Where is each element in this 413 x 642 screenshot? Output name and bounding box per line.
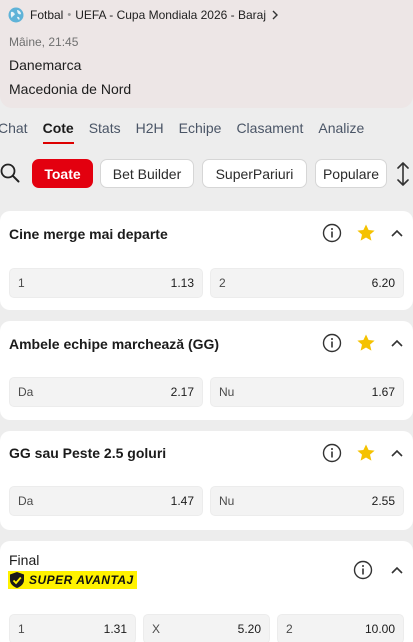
odd-value: 1.31 xyxy=(103,622,127,636)
market-card: Final SUPER AVANTAJ 1 1.31 X 5.20 2 10.00 xyxy=(0,541,413,642)
market-actions xyxy=(322,333,407,353)
market-filters: Toate Bet Builder SuperPariuri Populare xyxy=(0,158,413,190)
odd-label: 1 xyxy=(18,622,25,636)
market-actions xyxy=(322,223,407,243)
odd-label: 2 xyxy=(286,622,293,636)
breadcrumb-competition[interactable]: UEFA - Cupa Mondiala 2026 - Baraj xyxy=(75,8,266,22)
star-icon[interactable] xyxy=(356,443,376,463)
tab-cote[interactable]: Cote xyxy=(42,118,74,144)
market-title: GG sau Peste 2.5 goluri xyxy=(9,445,167,461)
market-actions xyxy=(353,560,407,580)
chevron-up-icon[interactable] xyxy=(387,333,407,353)
match-time: Mâine, 21:45 xyxy=(9,35,79,49)
odd-button[interactable]: Nu 2.55 xyxy=(210,486,404,516)
odd-value: 2.55 xyxy=(371,494,395,508)
odd-value: 10.00 xyxy=(364,622,395,636)
globe-icon xyxy=(8,7,24,23)
star-icon[interactable] xyxy=(356,333,376,353)
market-card: Ambele echipe marchează (GG) Da 2.17 Nu 1.… xyxy=(0,321,413,420)
odd-button[interactable]: Da 1.47 xyxy=(9,486,203,516)
chevron-up-icon[interactable] xyxy=(387,223,407,243)
super-avantaj-badge: SUPER AVANTAJ xyxy=(8,571,137,589)
odds-row: Da 1.47 Nu 2.55 xyxy=(9,486,404,516)
odds-row: 1 1.31 X 5.20 2 10.00 xyxy=(9,614,404,642)
breadcrumb[interactable]: Fotbal • UEFA - Cupa Mondiala 2026 - Bar… xyxy=(8,6,279,24)
odds-row: Da 2.17 Nu 1.67 xyxy=(9,377,404,407)
odd-value: 2.17 xyxy=(170,385,194,399)
info-icon[interactable] xyxy=(322,223,342,243)
info-icon[interactable] xyxy=(322,443,342,463)
odd-value: 1.13 xyxy=(170,276,194,290)
home-team: Danemarca xyxy=(9,57,82,73)
breadcrumb-sport[interactable]: Fotbal xyxy=(30,8,63,22)
odd-label: 2 xyxy=(219,276,226,290)
market-actions xyxy=(322,443,407,463)
odd-label: X xyxy=(152,622,161,636)
chevron-up-icon[interactable] xyxy=(387,443,407,463)
match-header: Fotbal • UEFA - Cupa Mondiala 2026 - Bar… xyxy=(0,0,413,108)
odd-value: 1.47 xyxy=(170,494,194,508)
away-team: Macedonia de Nord xyxy=(9,81,132,97)
filter-superpariuri[interactable]: SuperPariuri xyxy=(202,159,307,188)
search-icon[interactable] xyxy=(0,163,20,183)
tab-chat[interactable]: Chat xyxy=(0,118,28,144)
market-card: Cine merge mai departe 1 1.13 2 6.20 xyxy=(0,211,413,310)
odd-label: Da xyxy=(18,385,34,399)
filter-bet-builder[interactable]: Bet Builder xyxy=(100,159,194,188)
match-tabs: Chat Cote Stats H2H Echipe Clasament Ana… xyxy=(0,118,413,144)
odd-label: 1 xyxy=(18,276,25,290)
market-title: Final xyxy=(9,552,40,568)
odd-button[interactable]: 2 6.20 xyxy=(210,268,404,298)
filter-toate[interactable]: Toate xyxy=(32,159,93,188)
odd-button[interactable]: 2 10.00 xyxy=(277,614,404,642)
chevron-up-icon[interactable] xyxy=(387,560,407,580)
info-icon[interactable] xyxy=(322,333,342,353)
odd-value: 1.67 xyxy=(371,385,395,399)
odd-button[interactable]: X 5.20 xyxy=(143,614,270,642)
chevron-right-icon xyxy=(272,10,278,20)
breadcrumb-separator: • xyxy=(67,9,72,21)
info-icon[interactable] xyxy=(353,560,373,580)
odd-label: Da xyxy=(18,494,34,508)
tab-analize[interactable]: Analize xyxy=(318,118,364,144)
shield-check-icon xyxy=(10,572,24,588)
odd-button[interactable]: 1 1.13 xyxy=(9,268,203,298)
tab-stats[interactable]: Stats xyxy=(89,118,121,144)
odd-value: 5.20 xyxy=(237,622,261,636)
odd-button[interactable]: 1 1.31 xyxy=(9,614,136,642)
odd-button[interactable]: Da 2.17 xyxy=(9,377,203,407)
star-icon[interactable] xyxy=(356,223,376,243)
odd-value: 6.20 xyxy=(371,276,395,290)
badge-label: SUPER AVANTAJ xyxy=(29,573,134,587)
market-title: Ambele echipe marchează (GG) xyxy=(9,336,220,352)
tab-clasament[interactable]: Clasament xyxy=(236,118,303,144)
market-card: GG sau Peste 2.5 goluri Da 1.47 Nu 2.55 xyxy=(0,431,413,530)
market-title: Cine merge mai departe xyxy=(9,226,168,242)
tab-h2h[interactable]: H2H xyxy=(136,118,164,144)
tab-echipe[interactable]: Echipe xyxy=(179,118,222,144)
odd-label: Nu xyxy=(219,494,235,508)
odds-row: 1 1.13 2 6.20 xyxy=(9,268,404,298)
odd-label: Nu xyxy=(219,385,235,399)
odd-button[interactable]: Nu 1.67 xyxy=(210,377,404,407)
sort-arrows-icon[interactable] xyxy=(396,162,410,186)
filter-populare[interactable]: Populare xyxy=(315,159,387,188)
